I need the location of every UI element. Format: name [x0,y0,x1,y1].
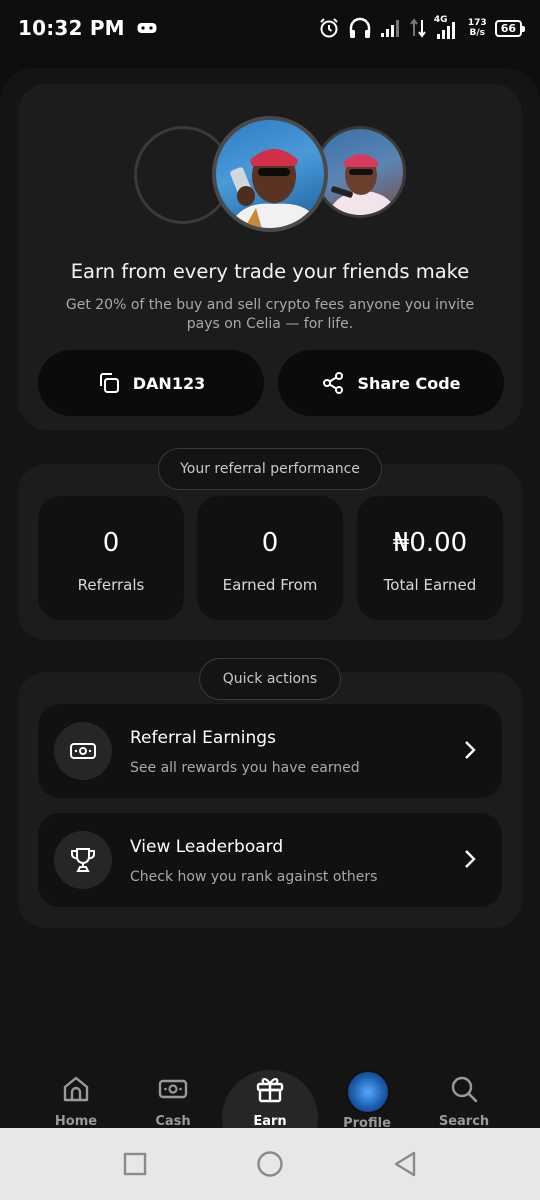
nav-label: Cash [155,1114,191,1129]
status-time: 10:32 PM [18,16,125,40]
gift-icon [256,1078,284,1103]
action-subtitle: See all rewards you have earned [130,760,360,776]
stat-total-earned: ₦0.00 Total Earned [357,496,503,620]
signal-4g-icon: 4G [434,15,460,40]
avatar [346,1070,390,1114]
hero-title: Earn from every trade your friends make [70,260,470,283]
chevron-right-icon [465,850,476,868]
quick-actions-card: Referral Earnings See all rewards you ha… [18,672,522,928]
bottom-nav: Home Cash Earn Profile Search [0,1060,540,1166]
avatar-group [18,114,522,238]
recents-icon[interactable] [123,1152,147,1176]
cash-icon [158,1079,188,1099]
status-bar: 10:32 PM 4G 173 B/s 66 [0,0,540,56]
net-speed: 173 B/s [468,18,487,38]
referral-earnings-row[interactable]: Referral Earnings See all rewards you ha… [38,704,502,798]
action-title: View Leaderboard [130,837,284,857]
hero-subtitle: Get 20% of the buy and sell crypto fees … [65,297,475,332]
stat-label: Referrals [77,576,145,594]
quick-actions-chip: Quick actions [199,658,341,700]
stat-label: Total Earned [383,576,477,594]
copy-icon [99,373,119,393]
data-transfer-icon [410,18,426,38]
avatar [212,116,328,232]
copy-referral-code-button[interactable]: DAN123 [38,350,264,416]
nav-label: Home [54,1114,98,1129]
share-code-label: Share Code [357,373,461,393]
action-title: Referral Earnings [130,728,276,748]
net-speed-value: 173 [467,18,487,28]
search-icon [451,1076,478,1103]
trophy-icon [54,831,112,889]
action-subtitle: Check how you rank against others [130,869,378,885]
share-icon [323,372,344,394]
referral-code: DAN123 [132,373,206,393]
chevron-right-icon [465,741,476,759]
nav-cash[interactable]: Cash [128,1060,218,1130]
nav-home[interactable]: Home [31,1060,121,1130]
home-button-icon[interactable] [256,1150,284,1178]
home-icon [63,1076,89,1102]
stat-value: 0 [102,528,120,558]
nav-label: Search [438,1114,490,1129]
nav-profile[interactable]: Profile [322,1060,412,1131]
nav-label: Earn [253,1114,287,1129]
signal-icon [380,20,399,37]
referral-performance-chip: Your referral performance [158,448,382,490]
view-leaderboard-row[interactable]: View Leaderboard Check how you rank agai… [38,813,502,907]
game-controller-icon [137,23,157,33]
stat-value: 0 [261,528,279,558]
back-icon[interactable] [393,1150,417,1178]
share-code-button[interactable]: Share Code [278,350,504,416]
earn-screen: Earn from every trade your friends make … [0,68,540,1130]
status-icons: 4G 173 B/s 66 [318,15,526,40]
alarm-icon [320,18,338,38]
stat-referrals: 0 Referrals [38,496,184,620]
system-nav-bar [0,1128,540,1200]
headphones-icon [349,17,371,38]
nav-earn[interactable]: Earn [225,1060,315,1130]
referral-hero-card: Earn from every trade your friends make … [18,84,522,430]
stat-earned-from: 0 Earned From [197,496,343,620]
net-speed-unit: B/s [469,28,486,38]
stat-label: Earned From [222,576,318,594]
stat-value: ₦0.00 [392,528,468,558]
battery-icon: 66 [494,19,526,37]
cash-icon [54,722,112,780]
nav-search[interactable]: Search [419,1060,509,1130]
referral-performance-card: 0 Referrals 0 Earned From ₦0.00 Total Ea… [18,464,522,640]
